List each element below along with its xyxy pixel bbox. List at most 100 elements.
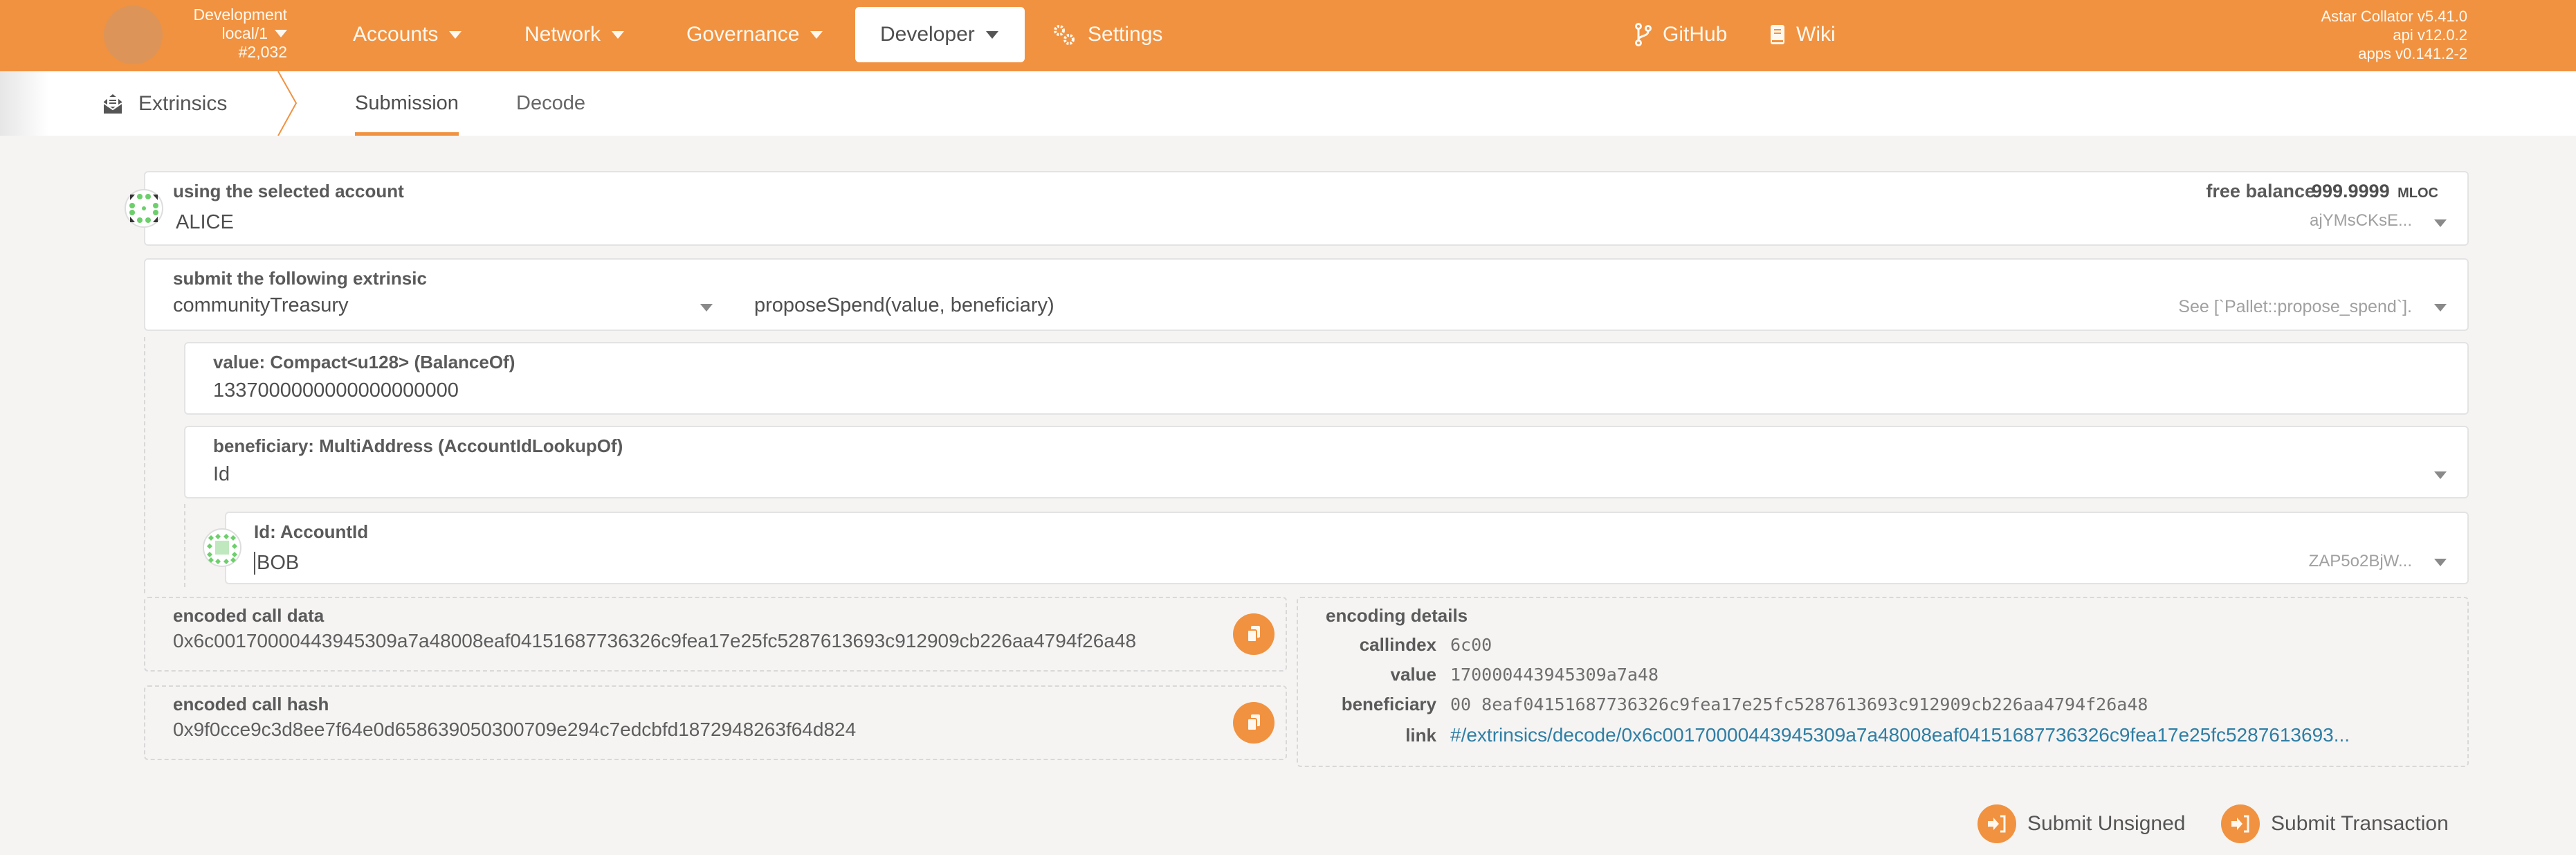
link-github[interactable]: GitHub [1635,7,1727,62]
account-identicon [125,189,163,228]
version-info: Astar Collator v5.41.0 api v12.0.2 apps … [2321,7,2467,63]
copy-icon [1247,626,1260,642]
account-label: using the selected account [173,181,404,201]
copy-icon [1247,714,1260,731]
nav-accounts[interactable]: Accounts [353,7,462,62]
copy-call-data-button[interactable] [1233,613,1275,655]
decode-link[interactable]: #/extrinsics/decode/0x6c0017000044394530… [1450,724,2350,746]
gears-icon [1054,25,1075,45]
chain-selector[interactable]: Development local/1 #2,032 [159,6,287,62]
encoded-call-hash-label: encoded call hash [173,694,329,714]
api-version: api v12.0.2 [2393,26,2467,44]
node-version: Astar Collator v5.41.0 [2321,8,2467,25]
method-doc: See [`Pallet::propose_spend`]. [2178,297,2412,316]
encoded-call-data-label: encoded call data [173,605,325,626]
nav-governance[interactable]: Governance [686,7,823,62]
value-param-label: value: Compact<u128> (BalanceOf) [213,352,515,372]
apps-version: apps v0.141.2-2 [2358,45,2467,62]
method-value: proposeSpend(value, beneficiary) [754,294,1054,316]
identicon-alice [129,194,158,223]
free-balance-value: 999.9999 MLOC [2312,181,2438,202]
detail-value: 6c00 [1450,635,1492,655]
breadcrumb-separator [277,71,298,136]
section-label: Extrinsics [138,91,228,115]
extrinsic-label: submit the following extrinsic [173,268,427,289]
detail-row-beneficiary: beneficiary 00 8eaf04151687736326c9fea17… [1298,694,2148,715]
account-id-label: Id: AccountId [254,521,369,542]
encoding-details-title: encoding details [1326,605,1468,626]
encoded-call-hash-value: 0x9f0cce9c3d8ee7f64e0d658639050300709e29… [173,719,857,740]
detail-key: callindex [1359,634,1436,655]
detail-row-value: value 170000443945309a7a48 [1298,664,1659,685]
book-icon [1771,25,1784,44]
subnav-shade [0,71,48,136]
value-input[interactable] [213,377,1043,404]
account-id-address: ZAP5o2BjW... [2308,552,2412,570]
chevron-down-icon [2434,304,2447,312]
chevron-down-icon [2434,471,2447,479]
identicon-bob [207,534,237,564]
value-param: value: Compact<u128> (BalanceOf) [184,342,2469,415]
chevron-down-icon [275,30,287,37]
detail-row-callindex: callindex 6c00 [1298,634,1492,656]
envelope-open-text-icon [103,93,122,114]
pallet-dropdown[interactable]: communityTreasury [173,294,713,322]
tab-decode[interactable]: Decode [494,71,608,136]
account-selector[interactable]: using the selected account ALICE free ba… [144,171,2469,246]
submit-transaction-button[interactable]: Submit Transaction [2221,804,2449,843]
chevron-down-icon [985,30,998,39]
chevron-down-icon [810,30,823,39]
tab-submission[interactable]: Submission [333,71,481,136]
balance-unit: MLOC [2397,186,2438,201]
nav-network[interactable]: Network [524,7,625,62]
top-navbar: Development local/1 #2,032 Accounts Netw… [0,0,2576,71]
beneficiary-param[interactable]: beneficiary: MultiAddress (AccountIdLook… [184,426,2469,498]
account-id-selector[interactable]: Id: AccountId BOB ZAP5o2BjW... [225,512,2469,584]
copy-call-hash-button[interactable] [1233,702,1275,744]
pallet-value: communityTreasury [173,294,349,316]
chevron-down-icon[interactable] [2434,219,2447,227]
account-address: ajYMsCKsE... [2309,211,2412,230]
submit-unsigned-label: Submit Unsigned [2027,812,2186,835]
chain-logo[interactable] [104,6,163,64]
nav-network-label: Network [524,23,601,46]
encoded-call-data-value: 0x6c00170000443945309a7a48008eaf04151687… [173,630,1137,651]
balance-amount: 999.9999 [2311,181,2390,201]
chevron-down-icon [612,30,625,39]
encoding-details-panel: encoding details callindex 6c00 value 17… [1297,597,2469,767]
nav-developer-label: Developer [880,23,975,46]
nav-developer[interactable]: Developer [855,7,1025,62]
chevron-down-icon [449,30,462,39]
nav-governance-label: Governance [686,23,800,46]
wiki-label: Wiki [1796,23,1836,46]
extrinsic-selector: submit the following extrinsic community… [144,258,2469,331]
detail-key: value [1390,664,1437,685]
nav-settings[interactable]: Settings [1052,7,1162,62]
detail-value: 00 8eaf04151687736326c9fea17e25fc5287613… [1450,694,2148,714]
nav-accounts-label: Accounts [353,23,439,46]
code-branch-icon [1635,23,1652,46]
sign-in-icon [2221,804,2260,843]
account-id-name[interactable]: BOB [254,552,299,575]
beneficiary-identicon [203,528,241,567]
beneficiary-type-value: Id [213,463,230,485]
chain-network: local/1 [221,24,268,42]
params-border [144,337,145,593]
link-wiki[interactable]: Wiki [1770,7,1836,62]
account-name: ALICE [176,211,234,233]
tab-decode-label: Decode [516,92,585,114]
section-title: Extrinsics [102,71,227,136]
github-label: GitHub [1663,23,1728,46]
detail-key: beneficiary [1341,694,1436,714]
sign-in-icon [1977,804,2016,843]
detail-row-link: link #/extrinsics/decode/0x6c00170000443… [1298,724,2350,746]
chevron-down-icon [700,304,713,312]
chain-name: Development [193,6,287,24]
submit-unsigned-button[interactable]: Submit Unsigned [1977,804,2185,843]
encoded-call-hash-panel: encoded call hash 0x9f0cce9c3d8ee7f64e0d… [144,685,1287,760]
tab-submission-label: Submission [355,92,459,114]
detail-key: link [1405,724,1436,746]
sub-navbar: Extrinsics Submission Decode [0,71,2576,136]
method-dropdown[interactable]: proposeSpend(value, beneficiary) See [`P… [754,294,2447,322]
beneficiary-nested-border [184,504,185,587]
